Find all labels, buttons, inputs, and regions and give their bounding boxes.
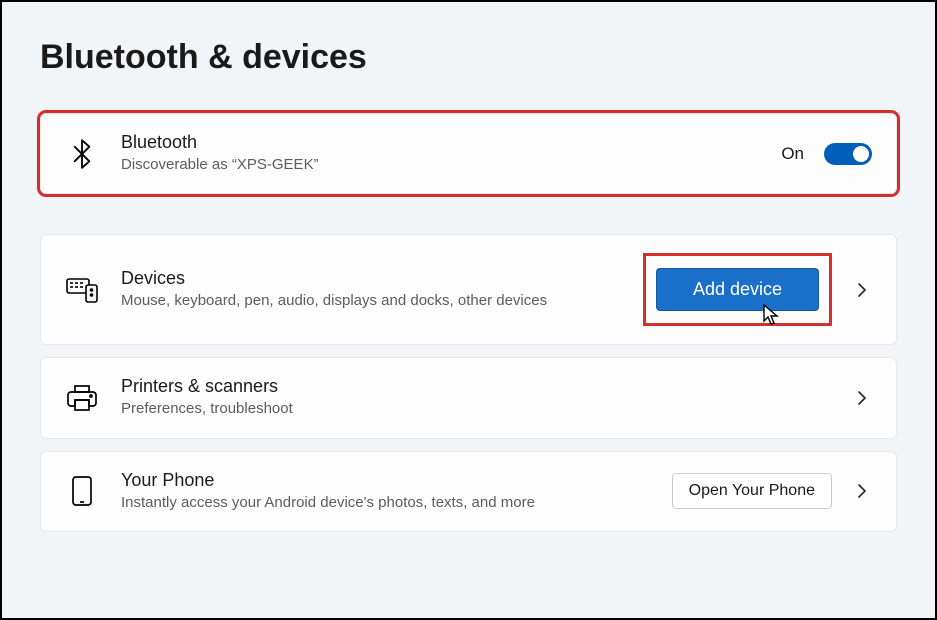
printer-icon xyxy=(65,384,99,412)
add-device-highlight: Add device xyxy=(643,253,832,326)
your-phone-title: Your Phone xyxy=(121,470,650,491)
bluetooth-icon xyxy=(65,139,99,169)
add-device-button[interactable]: Add device xyxy=(656,268,819,311)
devices-card[interactable]: Devices Mouse, keyboard, pen, audio, dis… xyxy=(40,234,897,345)
phone-icon xyxy=(65,475,99,507)
cursor-icon xyxy=(763,304,781,331)
bluetooth-toggle[interactable] xyxy=(824,143,872,165)
your-phone-card[interactable]: Your Phone Instantly access your Android… xyxy=(40,451,897,532)
chevron-right-icon[interactable] xyxy=(852,280,872,300)
printers-card[interactable]: Printers & scanners Preferences, trouble… xyxy=(40,357,897,438)
page-title: Bluetooth & devices xyxy=(40,38,897,77)
chevron-right-icon[interactable] xyxy=(852,388,872,408)
bluetooth-title: Bluetooth xyxy=(121,132,759,153)
printers-subtitle: Preferences, troubleshoot xyxy=(121,399,601,419)
bluetooth-subtitle: Discoverable as “XPS-GEEK” xyxy=(121,155,601,175)
chevron-right-icon[interactable] xyxy=(852,481,872,501)
your-phone-subtitle: Instantly access your Android device's p… xyxy=(121,493,601,513)
open-your-phone-button[interactable]: Open Your Phone xyxy=(672,473,832,509)
devices-subtitle: Mouse, keyboard, pen, audio, displays an… xyxy=(121,291,601,311)
devices-title: Devices xyxy=(121,268,621,289)
bluetooth-card[interactable]: Bluetooth Discoverable as “XPS-GEEK” On xyxy=(40,113,897,194)
printers-title: Printers & scanners xyxy=(121,376,830,397)
devices-icon xyxy=(65,277,99,303)
bluetooth-status-text: On xyxy=(781,144,804,164)
